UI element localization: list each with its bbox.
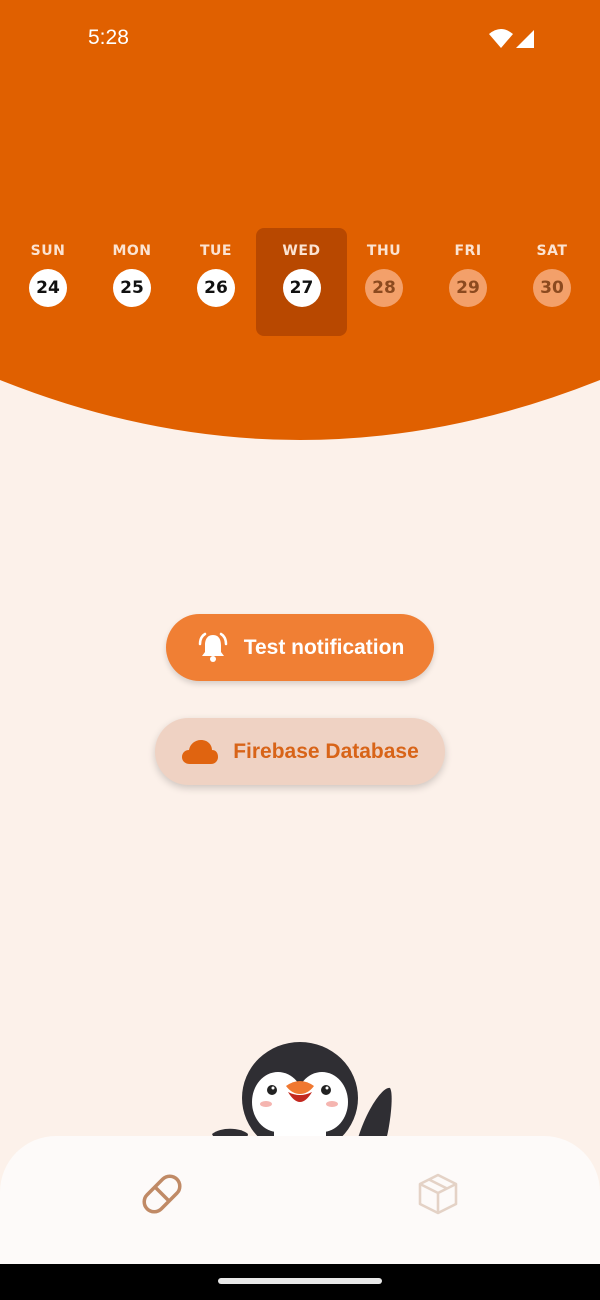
- day-name: MON: [112, 243, 152, 259]
- day-date: 26: [197, 269, 235, 307]
- day-date: 28: [365, 269, 403, 307]
- week-date-selector: SUN 24 MON 25 TUE 26 WED 27 THU 28 FRI 2…: [0, 228, 600, 338]
- cloud-icon: [181, 739, 219, 765]
- day-date: 29: [449, 269, 487, 307]
- day-name: SAT: [536, 243, 568, 259]
- status-bar-icons: [488, 28, 538, 54]
- bell-ring-icon: [196, 632, 230, 664]
- day-date: 27: [282, 269, 321, 307]
- day-sun[interactable]: SUN 24: [2, 228, 94, 336]
- day-sat[interactable]: SAT 30: [506, 228, 598, 336]
- day-thu[interactable]: THU 28: [338, 228, 430, 336]
- signal-icon: [516, 30, 534, 48]
- day-name: FRI: [454, 243, 482, 259]
- day-date: 24: [29, 269, 67, 307]
- day-name: TUE: [200, 243, 232, 259]
- home-gesture-handle[interactable]: [218, 1278, 382, 1284]
- header-background: [0, 0, 600, 440]
- package-icon: [415, 1171, 461, 1221]
- status-bar-time: 5:28: [88, 26, 129, 49]
- test-notification-label: Test notification: [243, 635, 405, 659]
- day-date: 25: [113, 269, 151, 307]
- day-mon[interactable]: MON 25: [86, 228, 178, 336]
- day-wed-selected[interactable]: WED 27: [256, 228, 347, 336]
- day-name: THU: [366, 243, 402, 259]
- day-date: 30: [533, 269, 571, 307]
- day-tue[interactable]: TUE 26: [170, 228, 262, 336]
- nav-inventory[interactable]: [408, 1166, 468, 1226]
- day-fri[interactable]: FRI 29: [422, 228, 514, 336]
- day-name: SUN: [30, 243, 66, 259]
- bottom-navigation-bar: [0, 1136, 600, 1264]
- system-navigation-bar: [0, 1264, 600, 1300]
- firebase-database-button[interactable]: Firebase Database: [155, 718, 445, 785]
- nav-medications[interactable]: [132, 1166, 192, 1226]
- firebase-database-label: Firebase Database: [233, 739, 419, 763]
- pill-icon: [137, 1169, 187, 1223]
- test-notification-button[interactable]: Test notification: [166, 614, 434, 681]
- wifi-icon: [489, 29, 513, 48]
- day-name: WED: [282, 243, 321, 259]
